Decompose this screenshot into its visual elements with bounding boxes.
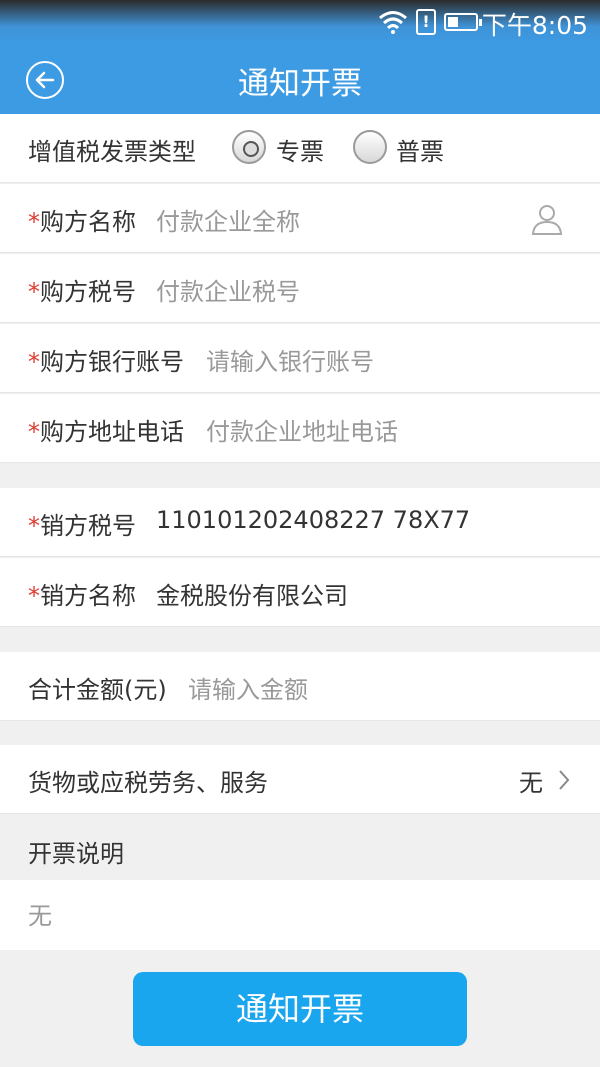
page-title: 通知开票 (238, 66, 362, 102)
total-amount-label: 合计金额(元) (28, 676, 167, 704)
buyer-name-label: *购方名称 (28, 208, 136, 236)
required-mark: * (28, 512, 40, 540)
goods-services-value: 无 (519, 769, 543, 797)
note-section-header: 开票说明 (0, 814, 600, 880)
submit-button[interactable]: 通知开票 (133, 972, 467, 1046)
goods-services-label: 货物或应税劳务、服务 (28, 769, 268, 797)
required-mark: * (28, 348, 40, 376)
alert-icon: ! (416, 9, 436, 35)
buyer-bank-row: *购方银行账号 请输入银行账号 (0, 324, 600, 393)
radio-special-invoice-label[interactable]: 专票 (276, 132, 324, 167)
buyer-tax-row: *购方税号 付款企业税号 (0, 254, 600, 323)
required-mark: * (28, 582, 40, 610)
total-amount-row: 合计金额(元) 请输入金额 (0, 652, 600, 721)
buyer-name-input[interactable]: 付款企业全称 (156, 202, 300, 237)
contact-picker-icon[interactable] (530, 202, 564, 236)
status-bar: ! 下午8:05 (0, 0, 600, 44)
buyer-address-label: *购方地址电话 (28, 418, 184, 446)
radio-normal-invoice-label[interactable]: 普票 (396, 132, 444, 167)
note-field[interactable]: 无 (0, 880, 600, 950)
battery-icon (444, 13, 482, 31)
invoice-type-label: 增值税发票类型 (28, 138, 196, 166)
note-value: 无 (28, 902, 52, 930)
buyer-address-input[interactable]: 付款企业地址电话 (206, 412, 398, 447)
buyer-tax-label: *购方税号 (28, 278, 136, 306)
chevron-right-icon (559, 770, 570, 790)
wifi-icon (379, 11, 407, 34)
buyer-address-row: *购方地址电话 付款企业地址电话 (0, 394, 600, 463)
radio-special-invoice[interactable] (232, 130, 266, 164)
invoice-type-row: 增值税发票类型 专票 普票 (0, 114, 600, 183)
seller-tax-value: 110101202408227 78X77 (156, 506, 471, 534)
status-time: 下午8:05 (481, 11, 588, 40)
buyer-name-row: *购方名称 付款企业全称 (0, 184, 600, 253)
required-mark: * (28, 208, 40, 236)
nav-bar: 通知开票 (0, 44, 600, 114)
seller-name-row: *销方名称 金税股份有限公司 (0, 558, 600, 627)
required-mark: * (28, 418, 40, 446)
seller-name-value: 金税股份有限公司 (156, 582, 348, 610)
seller-name-label: *销方名称 (28, 582, 136, 610)
total-amount-input[interactable]: 请输入金额 (188, 670, 308, 705)
seller-tax-label: *销方税号 (28, 512, 136, 540)
seller-tax-row: *销方税号 110101202408227 78X77 (0, 488, 600, 557)
radio-normal-invoice[interactable] (353, 130, 387, 164)
buyer-tax-input[interactable]: 付款企业税号 (156, 272, 300, 307)
buyer-bank-input[interactable]: 请输入银行账号 (206, 342, 374, 377)
goods-services-row[interactable]: 货物或应税劳务、服务 无 (0, 745, 600, 814)
note-label: 开票说明 (28, 840, 124, 868)
required-mark: * (28, 278, 40, 306)
buyer-bank-label: *购方银行账号 (28, 348, 184, 376)
